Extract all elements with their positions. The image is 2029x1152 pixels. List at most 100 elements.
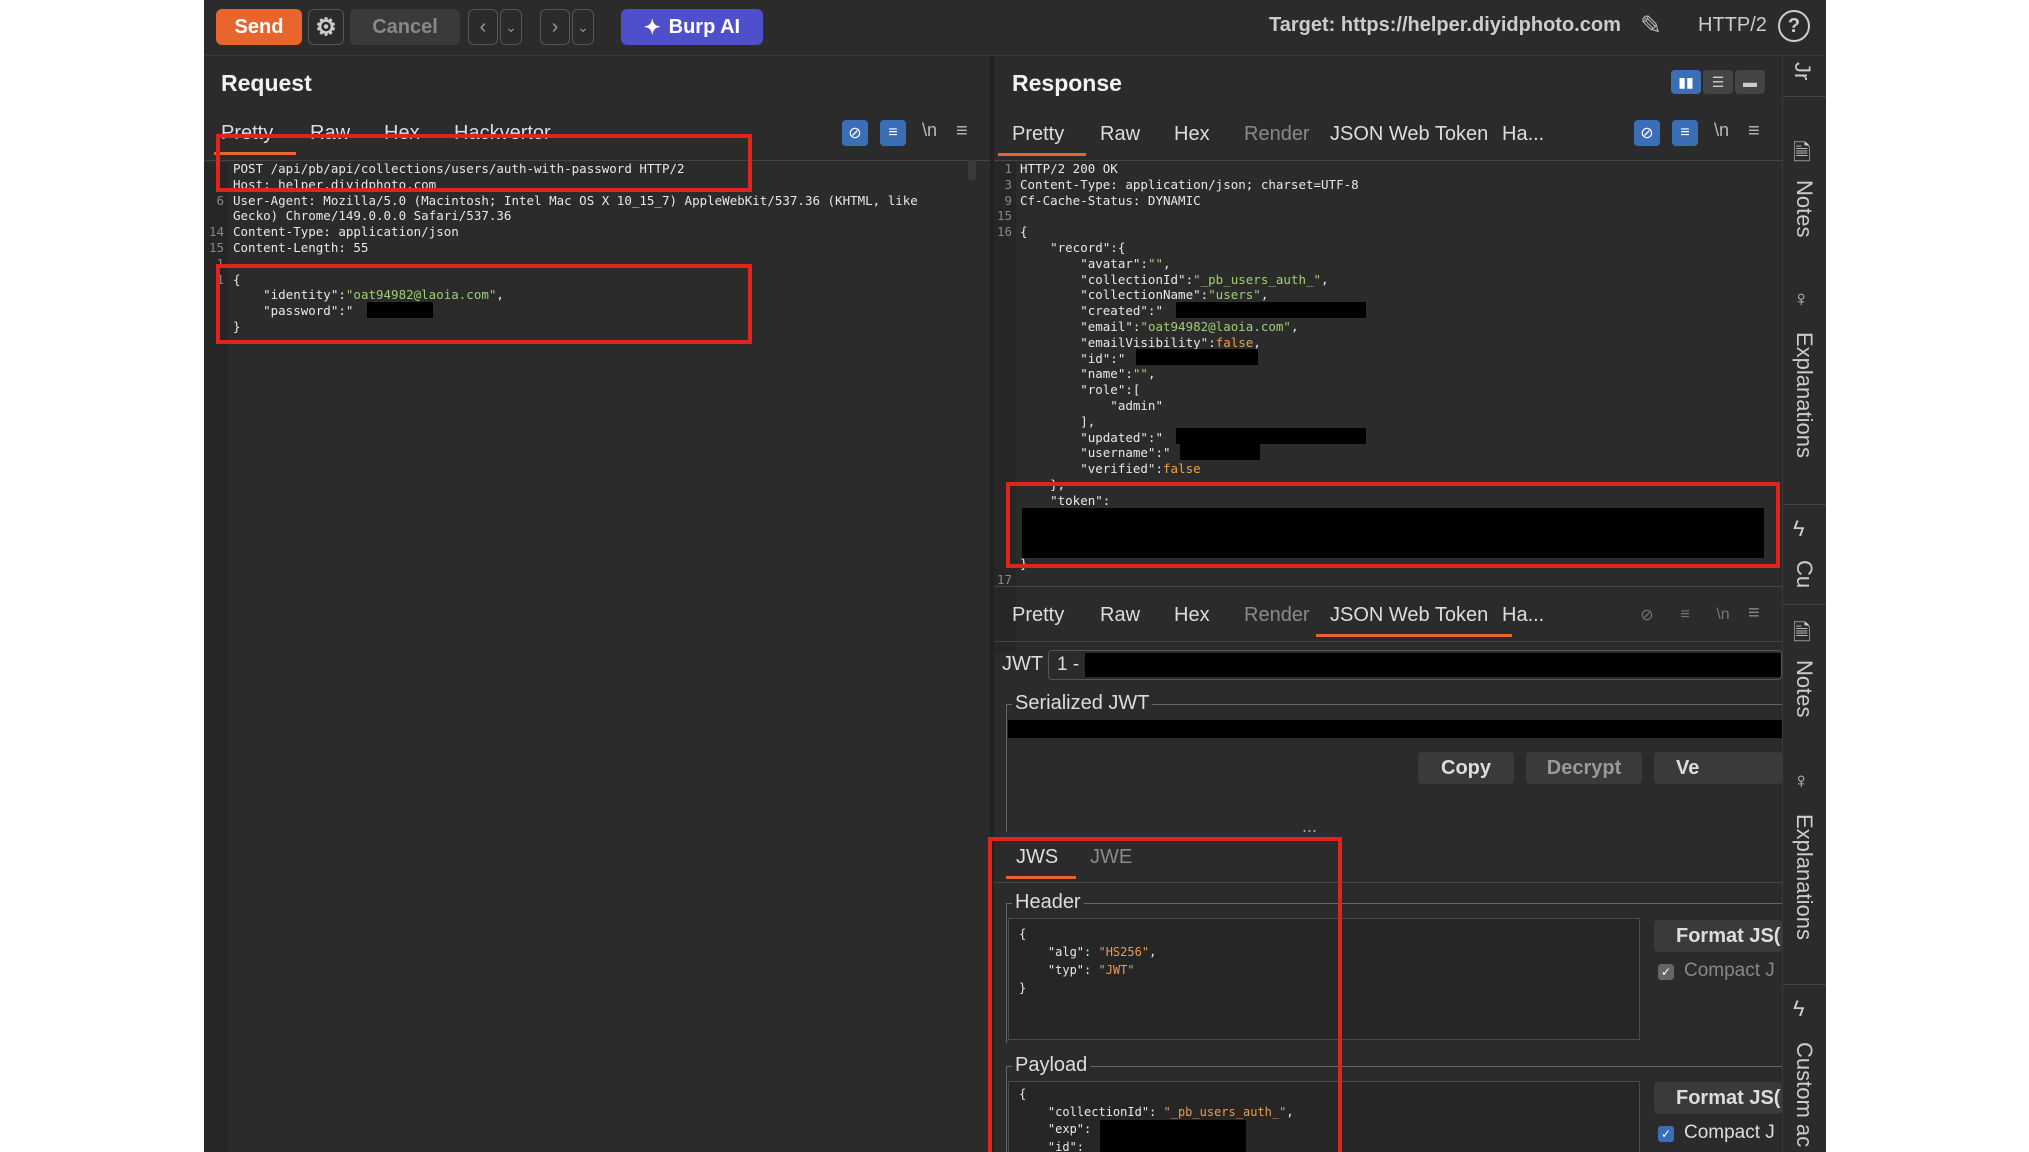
- forward-dropdown-icon[interactable]: ⌄: [572, 9, 594, 45]
- response-line-number: 3: [1004, 176, 1012, 192]
- scrollbar[interactable]: [968, 160, 976, 180]
- response-code-line: [1020, 208, 1760, 224]
- jwt-tab-raw[interactable]: Raw: [1100, 604, 1140, 627]
- custom-action-icon-2[interactable]: ϟ: [1793, 996, 1805, 1022]
- back-dropdown-icon[interactable]: ⌄: [500, 9, 522, 45]
- layout-columns-icon[interactable]: ▮▮: [1671, 70, 1701, 94]
- redacted-username: [1180, 444, 1260, 460]
- lightbulb-icon[interactable]: ♀: [1793, 286, 1810, 312]
- burp-ai-button[interactable]: ✦ Burp AI: [621, 9, 763, 45]
- response-code-line: {: [1020, 224, 1028, 240]
- menu-icon[interactable]: ≡: [956, 120, 968, 143]
- response-line-number: [994, 414, 1012, 430]
- response-code-line: Content-Type: application/json; charset=…: [1020, 176, 1359, 192]
- newline-icon: \n: [1716, 606, 1730, 623]
- jwt-tab-hex[interactable]: Hex: [1174, 604, 1210, 627]
- tab-hex[interactable]: Hex: [1174, 123, 1210, 146]
- request-line-number: 14: [208, 224, 224, 240]
- custom-action-icon[interactable]: ϟ: [1793, 516, 1805, 542]
- edit-pencil-icon[interactable]: ✎: [1640, 10, 1662, 41]
- serialized-jwt-label: Serialized JWT: [1012, 692, 1153, 715]
- layout-tabs-icon[interactable]: ▬: [1735, 70, 1765, 94]
- response-line-number: [994, 287, 1012, 303]
- compact-label-2: Compact J: [1684, 1122, 1775, 1143]
- jwt-select[interactable]: 1 -: [1048, 650, 1782, 680]
- tab-raw[interactable]: Raw: [1100, 123, 1140, 146]
- compact-checkbox-2[interactable]: ✓: [1658, 1126, 1674, 1142]
- sidebar-item-notes[interactable]: Notes: [1791, 180, 1817, 237]
- decrypt-button[interactable]: Decrypt: [1526, 752, 1642, 784]
- format-json-button-2[interactable]: Format JS(: [1654, 1082, 1782, 1114]
- gear-icon[interactable]: ⚙: [308, 9, 344, 45]
- jwt-tab-pretty[interactable]: Pretty: [1012, 604, 1064, 627]
- response-line-number: [994, 335, 1012, 351]
- jwt-tab-json-web-token[interactable]: JSON Web Token: [1330, 604, 1488, 627]
- wrap-lines-icon[interactable]: ≡: [880, 120, 906, 146]
- response-line-number: [994, 303, 1012, 319]
- redacted-created: [1176, 302, 1366, 318]
- request-panel: Request Pretty Raw Hex Hackvertor ⊘ ≡ \n…: [204, 56, 990, 1152]
- active-tab-underline: [1316, 634, 1512, 637]
- response-line-number: 1: [1004, 161, 1012, 176]
- response-line-number: [994, 240, 1012, 256]
- notes-icon[interactable]: 🗎: [1793, 136, 1811, 174]
- response-code-line: "collectionName":"users",: [1020, 287, 1269, 303]
- request-line-number: [204, 208, 224, 224]
- sparkle-icon: ✦: [643, 16, 661, 39]
- response-code-line: ],: [1020, 413, 1096, 429]
- lightbulb-icon-2[interactable]: ♀: [1793, 768, 1810, 794]
- tab-json-web-token[interactable]: JSON Web Token: [1330, 123, 1488, 146]
- sidebar-item-explanations[interactable]: Explanations: [1791, 332, 1817, 458]
- copy-button[interactable]: Copy: [1418, 752, 1514, 784]
- back-chevron-icon[interactable]: ‹: [468, 9, 498, 45]
- response-line-number: 15: [996, 208, 1012, 224]
- wrap-lines-icon: ≡: [1680, 606, 1690, 623]
- highlight-jws-decoded: [988, 837, 1342, 1152]
- compact-checkbox[interactable]: ✓: [1658, 964, 1674, 980]
- response-code-line: "collectionId":"_pb_users_auth_",: [1020, 271, 1329, 287]
- verify-button[interactable]: Ve: [1654, 752, 1782, 784]
- sidebar-top-label[interactable]: Jr: [1789, 62, 1815, 80]
- newline-icon[interactable]: \n: [1714, 120, 1729, 141]
- response-code-line: "record":{: [1020, 239, 1126, 255]
- request-title: Request: [221, 70, 312, 96]
- format-json-button[interactable]: Format JS(: [1654, 920, 1782, 952]
- response-line-number: [994, 430, 1012, 446]
- http-version-label[interactable]: HTTP/2: [1698, 14, 1767, 37]
- sidebar-item-explanations-2[interactable]: Explanations: [1791, 814, 1817, 940]
- sidebar-item-custom[interactable]: Cu: [1791, 560, 1817, 588]
- highlight-token: [1006, 482, 1780, 568]
- newline-icon[interactable]: \n: [922, 120, 937, 141]
- response-code-line: "created":": [1020, 303, 1163, 319]
- splitter-handle[interactable]: ...: [1302, 816, 1317, 837]
- tab-hackvertor[interactable]: Ha...: [1502, 123, 1544, 146]
- help-icon[interactable]: ?: [1778, 10, 1810, 42]
- response-title: Response: [1012, 70, 1122, 96]
- notes-icon-2[interactable]: 🗎: [1793, 616, 1811, 654]
- cancel-button[interactable]: Cancel: [350, 9, 460, 45]
- sidebar-item-custom-actions[interactable]: Custom ac: [1791, 1042, 1817, 1147]
- wrap-lines-icon[interactable]: ≡: [1672, 120, 1698, 146]
- sidebar-item-notes-2[interactable]: Notes: [1791, 660, 1817, 717]
- layout-rows-icon[interactable]: ☰: [1703, 70, 1733, 94]
- response-line-number: [994, 398, 1012, 414]
- response-panel: Response ▮▮ ☰ ▬ Pretty Raw Hex Render JS…: [988, 56, 1782, 1152]
- request-code-line: User-Agent: Mozilla/5.0 (Macintosh; Inte…: [233, 192, 918, 208]
- tab-pretty[interactable]: Pretty: [1012, 123, 1064, 146]
- redacted-updated: [1176, 428, 1366, 444]
- menu-icon[interactable]: ≡: [1748, 120, 1760, 143]
- hide-eye-icon[interactable]: ⊘: [842, 120, 868, 146]
- jwt-tab-hackvertor[interactable]: Ha...: [1502, 604, 1544, 627]
- active-tab-underline: [998, 153, 1086, 156]
- response-code-line: "avatar":"",: [1020, 255, 1171, 271]
- tab-render[interactable]: Render: [1244, 123, 1310, 146]
- hide-eye-icon[interactable]: ⊘: [1634, 120, 1660, 146]
- menu-icon[interactable]: ≡: [1748, 602, 1760, 625]
- send-button[interactable]: Send: [216, 9, 302, 45]
- response-line-number: [994, 272, 1012, 288]
- redacted-id: [1136, 349, 1258, 365]
- forward-chevron-icon[interactable]: ›: [540, 9, 570, 45]
- response-code-line: HTTP/2 200 OK: [1020, 161, 1118, 176]
- response-code-line: "name":"",: [1020, 366, 1156, 382]
- jwt-tab-render[interactable]: Render: [1244, 604, 1310, 627]
